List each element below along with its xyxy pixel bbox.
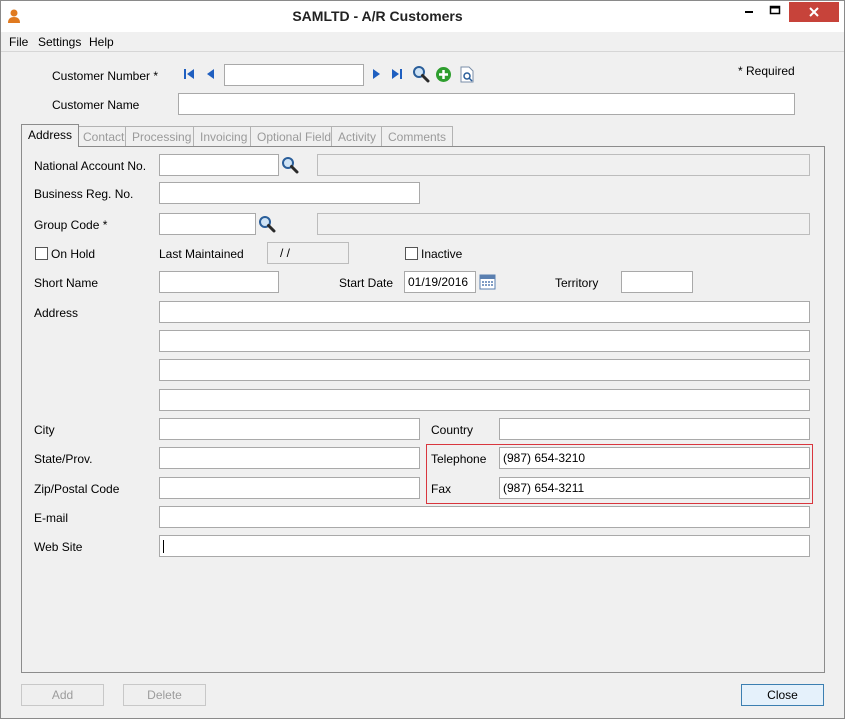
close-button[interactable]: Close [741, 684, 824, 706]
state-input[interactable] [159, 447, 420, 469]
group-code-label: Group Code * [34, 218, 108, 232]
tab-optional-fields-label: Optional Fields [257, 130, 338, 144]
start-date-input[interactable]: 01/19/2016 [404, 271, 476, 293]
first-record-icon[interactable] [182, 67, 196, 81]
telephone-label: Telephone [431, 452, 487, 466]
zip-label: Zip/Postal Code [34, 482, 120, 496]
customer-number-label: Customer Number * [52, 69, 159, 83]
business-reg-input[interactable] [159, 182, 420, 204]
group-code-description [317, 213, 810, 235]
city-input[interactable] [159, 418, 420, 440]
delete-button[interactable]: Delete [123, 684, 206, 706]
tab-contact[interactable]: Contact [76, 126, 132, 146]
last-maintained-value: / / [267, 242, 349, 264]
national-account-input[interactable] [159, 154, 279, 176]
new-record-plus-icon[interactable] [435, 66, 452, 83]
territory-label: Territory [555, 276, 599, 290]
menu-settings[interactable]: Settings [38, 35, 81, 49]
title-bar: SAMLTD - A/R Customers [1, 1, 844, 32]
calendar-icon[interactable] [479, 273, 496, 290]
national-account-finder-icon[interactable] [281, 156, 299, 174]
group-code-input[interactable] [159, 213, 256, 235]
maximize-button[interactable] [762, 2, 788, 22]
website-label: Web Site [34, 540, 83, 554]
customer-name-label: Customer Name [52, 98, 140, 112]
tab-processing[interactable]: Processing [125, 126, 199, 146]
close-icon [809, 7, 819, 17]
business-reg-label: Business Reg. No. [34, 187, 134, 201]
address-label: Address [34, 306, 79, 320]
next-record-icon[interactable] [369, 67, 383, 81]
customer-number-input[interactable] [224, 64, 364, 86]
minimize-button[interactable] [736, 2, 762, 22]
zip-input[interactable] [159, 477, 420, 499]
tab-activity[interactable]: Activity [331, 126, 384, 146]
on-hold-label: On Hold [51, 247, 96, 261]
finder-search-icon[interactable] [412, 65, 430, 83]
start-date-label: Start Date [339, 276, 394, 290]
tab-activity-label: Activity [338, 130, 377, 144]
add-button[interactable]: Add [21, 684, 104, 706]
tab-comments-label: Comments [388, 130, 447, 144]
tab-invoicing[interactable]: Invoicing [193, 126, 255, 146]
city-label: City [34, 423, 55, 437]
close-window-button[interactable] [789, 2, 839, 22]
fax-label: Fax [431, 482, 452, 496]
menu-help[interactable]: Help [89, 35, 114, 49]
state-label: State/Prov. [34, 452, 93, 466]
on-hold-checkbox[interactable] [35, 247, 48, 260]
tab-address-label: Address [28, 128, 73, 142]
tab-optional-fields[interactable]: Optional Fields [250, 126, 345, 146]
inactive-label: Inactive [421, 247, 463, 261]
window-title: SAMLTD - A/R Customers [292, 8, 463, 24]
tab-processing-label: Processing [132, 130, 192, 144]
short-name-input[interactable] [159, 271, 279, 293]
tab-comments[interactable]: Comments [381, 126, 454, 146]
last-record-icon[interactable] [390, 67, 404, 81]
tab-address[interactable]: Address [21, 124, 80, 147]
inactive-checkbox[interactable] [405, 247, 418, 260]
address-line-2-input[interactable] [159, 330, 810, 352]
text-cursor [163, 540, 164, 553]
national-account-description [317, 154, 810, 176]
tab-contact-label: Contact [83, 130, 125, 144]
national-account-label: National Account No. [34, 159, 147, 173]
previous-record-icon[interactable] [204, 67, 218, 81]
website-input[interactable] [159, 535, 810, 557]
menu-file[interactable]: File [9, 35, 28, 49]
email-label: E-mail [34, 511, 69, 525]
tab-invoicing-label: Invoicing [200, 130, 248, 144]
zoom-document-icon[interactable] [459, 66, 475, 83]
customer-name-input[interactable] [178, 93, 795, 115]
minimize-icon [745, 11, 753, 13]
last-maintained-label: Last Maintained [159, 247, 244, 261]
group-code-finder-icon[interactable] [258, 215, 276, 233]
required-note: * Required [738, 64, 795, 78]
telephone-input[interactable]: (987) 654-3210 [499, 447, 810, 469]
country-input[interactable] [499, 418, 810, 440]
address-line-4-input[interactable] [159, 389, 810, 411]
short-name-label: Short Name [34, 276, 99, 290]
menu-bar: File Settings Help [1, 32, 844, 52]
address-line-3-input[interactable] [159, 359, 810, 381]
territory-input[interactable] [621, 271, 693, 293]
fax-input[interactable]: (987) 654-3211 [499, 477, 810, 499]
country-label: Country [431, 423, 474, 437]
ar-customers-window: SAMLTD - A/R Customers File Settings Hel… [0, 0, 845, 719]
maximize-icon [769, 5, 781, 15]
address-line-1-input[interactable] [159, 301, 810, 323]
email-input[interactable] [159, 506, 810, 528]
